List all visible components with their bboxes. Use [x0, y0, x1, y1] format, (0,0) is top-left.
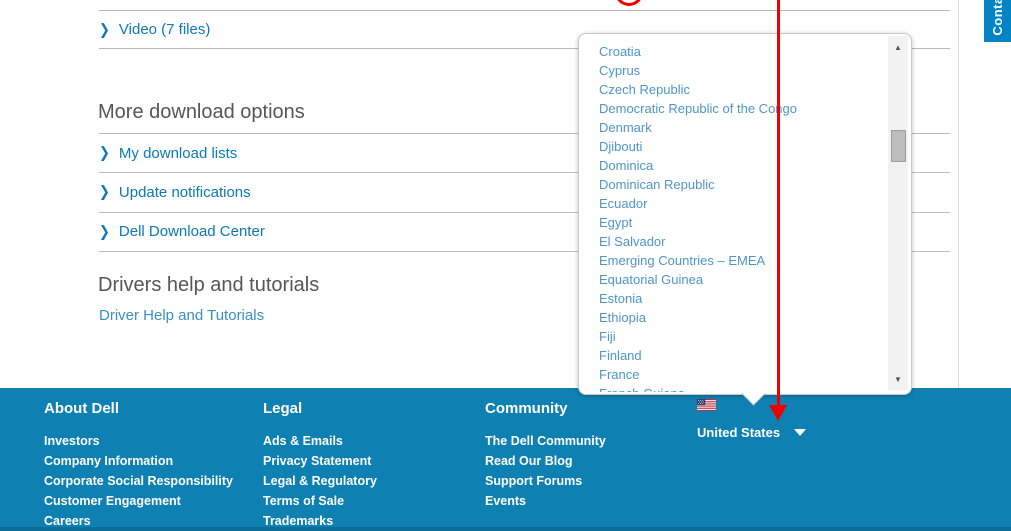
footer-link-list: Investors Company Information Corporate So… — [44, 431, 233, 531]
footer-link[interactable]: Legal & Regulatory — [263, 471, 377, 491]
country-option[interactable]: Cyprus — [599, 61, 889, 80]
footer-column-heading: About Dell — [44, 400, 119, 417]
content-right-border — [958, 0, 959, 388]
country-option[interactable]: Croatia — [599, 42, 889, 61]
country-option[interactable]: France — [599, 365, 889, 384]
country-option[interactable]: Denmark — [599, 118, 889, 137]
country-option[interactable]: Ecuador — [599, 194, 889, 213]
footer-column-heading: Community — [485, 400, 568, 417]
footer-link[interactable]: Customer Engagement — [44, 491, 233, 511]
accordion-label: Update notifications — [118, 183, 251, 201]
drivers-help-heading: Drivers help and tutorials — [98, 274, 320, 296]
contact-tab-label: Contact Us — [990, 0, 1005, 36]
more-download-options-heading: More download options — [98, 101, 305, 123]
footer-link[interactable]: Company Information — [44, 451, 233, 471]
chevron-right-icon: ❯ — [99, 143, 110, 162]
country-list: Croatia Cyprus Czech Republic Democratic Re… — [579, 34, 889, 392]
country-option[interactable]: Democratic Republic of the Congo — [599, 99, 889, 118]
scrollbar-thumb[interactable] — [891, 130, 906, 162]
country-option[interactable]: Egypt — [599, 213, 889, 232]
country-option[interactable]: Ethiopia — [599, 308, 889, 327]
scrollbar-up-icon[interactable]: ▲ — [888, 39, 908, 55]
dropdown-scrollbar[interactable]: ▲ ▼ — [888, 36, 908, 390]
us-flag-icon — [697, 399, 716, 411]
footer-link[interactable]: Terms of Sale — [263, 491, 377, 511]
footer-link[interactable]: The Dell Community — [485, 431, 606, 451]
country-selector[interactable]: United States — [697, 399, 807, 440]
country-option[interactable]: Finland — [599, 346, 889, 365]
footer-link[interactable]: Privacy Statement — [263, 451, 377, 471]
footer-bottom-strip — [0, 527, 1011, 531]
annotation-circle — [614, 0, 644, 6]
country-option[interactable]: Fiji — [599, 327, 889, 346]
chevron-right-icon: ❯ — [99, 183, 110, 201]
footer-column: About Dell Investors Company Information Co… — [44, 400, 233, 531]
country-option[interactable]: Equatorial Guinea — [599, 270, 889, 289]
driver-help-link[interactable]: Driver Help and Tutorials — [99, 307, 264, 324]
accordion-label: Dell Download Center — [118, 223, 265, 241]
country-option[interactable]: Czech Republic — [599, 80, 889, 99]
footer-link[interactable]: Events — [485, 491, 606, 511]
country-option[interactable]: El Salvador — [599, 232, 889, 251]
footer-link[interactable]: Support Forums — [485, 471, 606, 491]
country-dropdown-panel: Croatia Cyprus Czech Republic Democratic Re… — [578, 33, 912, 406]
country-option[interactable]: Estonia — [599, 289, 889, 308]
chevron-right-icon: ❯ — [99, 222, 110, 240]
scrollbar-down-icon[interactable]: ▼ — [888, 371, 908, 387]
country-option[interactable]: Dominican Republic — [599, 175, 889, 194]
page: ❯ Video (7 files) More download options … — [0, 0, 1011, 531]
footer-link-list: The Dell Community Read Our Blog Support F… — [485, 431, 606, 511]
country-option[interactable]: Emerging Countries – EMEA — [599, 251, 889, 270]
accordion-label: My download lists — [118, 144, 238, 162]
footer-link[interactable]: Investors — [44, 431, 233, 451]
footer-link[interactable]: Ads & Emails — [263, 431, 377, 451]
footer-link-list: Ads & Emails Privacy Statement Legal & Reg… — [263, 431, 377, 531]
footer-link[interactable]: Corporate Social Responsibility — [44, 471, 233, 491]
video-files-label: Video (7 files) — [118, 21, 211, 38]
caret-down-icon[interactable] — [794, 429, 807, 436]
country-list-viewport: Croatia Cyprus Czech Republic Democratic Re… — [579, 34, 889, 392]
footer: About Dell Investors Company Information Co… — [0, 388, 1011, 531]
country-option[interactable]: Dominica — [599, 156, 889, 175]
country-option[interactable]: Djibouti — [599, 137, 889, 156]
chevron-right-icon: ❯ — [99, 20, 110, 38]
footer-column: Community The Dell Community Read Our Blog… — [485, 400, 606, 511]
annotation-arrowhead — [769, 405, 787, 421]
country-selector-label: United States — [697, 425, 781, 440]
footer-column-heading: Legal — [263, 400, 303, 417]
annotation-arrow-line — [777, 0, 780, 406]
footer-link[interactable]: Read Our Blog — [485, 451, 606, 471]
footer-column: Legal Ads & Emails Privacy Statement Legal … — [263, 400, 377, 531]
contact-tab[interactable]: Contact Us — [984, 0, 1011, 42]
